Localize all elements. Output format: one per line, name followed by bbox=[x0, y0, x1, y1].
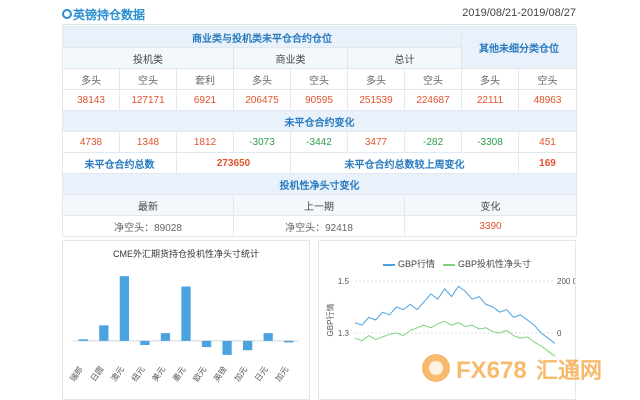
change-cell: -282 bbox=[403, 131, 463, 153]
watermark-logo: FX678 汇通网 bbox=[416, 346, 630, 396]
group-spec: 投机类 bbox=[62, 47, 234, 69]
x-tick-label: 英镑 bbox=[211, 364, 228, 383]
value-cell: 90595 bbox=[290, 89, 348, 111]
page-header: 英镑持仓数据 2019/08/21-2019/08/27 bbox=[0, 0, 640, 28]
oi-total-value: 273650 bbox=[176, 152, 291, 174]
oi-total-label: 未平仓合约总数 bbox=[62, 152, 177, 174]
x-tick-label: 日元 bbox=[253, 365, 270, 383]
change-cell: 3477 bbox=[347, 131, 405, 153]
col-header: 多头 bbox=[347, 68, 405, 90]
y-left-label: GBP行情 bbox=[325, 304, 335, 337]
net-header: 变化 bbox=[403, 194, 578, 216]
change-cell: 451 bbox=[518, 131, 578, 153]
net-header-row: 最新 上一期 变化 bbox=[62, 194, 578, 216]
value-cell: 6921 bbox=[176, 89, 234, 111]
y-left-tick: 1.5 bbox=[338, 277, 350, 286]
change-cell: -3073 bbox=[233, 131, 291, 153]
bar bbox=[160, 333, 171, 341]
oi-week-value: 169 bbox=[518, 152, 578, 174]
header-divider bbox=[62, 24, 576, 25]
col-header: 套利 bbox=[176, 68, 234, 90]
bar-chart-panel: CME外汇期货持仓投机性净头寸统计 瑞郎 日圆 澳元 纽元 美元 墨元 欧元 英镑 加元 日元 加元 bbox=[62, 240, 310, 400]
svg-text:汇通网: 汇通网 bbox=[536, 358, 602, 383]
col-header: 空头 bbox=[119, 68, 177, 90]
y-right-tick: 200 000 bbox=[557, 277, 575, 286]
bar bbox=[140, 340, 150, 346]
value-cell: 48963 bbox=[518, 89, 578, 111]
group-comm: 商业类 bbox=[233, 47, 348, 69]
group-total: 总计 bbox=[346, 47, 463, 69]
change-cell: -3308 bbox=[461, 131, 520, 153]
bar bbox=[201, 340, 212, 348]
net-value: 净空头：92418 bbox=[233, 215, 405, 237]
x-tick-label: 纽元 bbox=[129, 364, 146, 383]
value-cell: 127171 bbox=[119, 89, 177, 111]
change-title: 未平仓合约变化 bbox=[61, 110, 578, 132]
net-value: 3390 bbox=[403, 215, 578, 237]
open-interest-row: 未平仓合约总数 273650 未平仓合约总数较上周变化 169 bbox=[62, 152, 578, 174]
change-cell: -3442 bbox=[290, 131, 348, 153]
bar bbox=[263, 333, 273, 341]
change-cell: 1348 bbox=[119, 131, 177, 153]
circle-icon bbox=[62, 9, 72, 19]
net-value: 净空头：89028 bbox=[62, 215, 234, 237]
net-title: 投机性净头寸变化 bbox=[61, 173, 578, 195]
x-tick-label: 日圆 bbox=[89, 365, 106, 383]
changes-row: 4738 1348 1812 -3073 -3442 3477 -282 -33… bbox=[62, 131, 578, 153]
x-tick-label: 欧元 bbox=[191, 364, 208, 383]
y-left-tick: 1.3 bbox=[338, 329, 350, 338]
col-header: 多头 bbox=[233, 68, 291, 90]
bar bbox=[284, 340, 294, 343]
net-header: 上一期 bbox=[233, 194, 405, 216]
change-cell: 4738 bbox=[62, 131, 120, 153]
bar bbox=[119, 276, 129, 341]
other-title: 其他未细分类仓位 bbox=[461, 26, 578, 69]
value-cell: 22111 bbox=[461, 89, 520, 111]
col-header: 空头 bbox=[518, 68, 578, 90]
series-line-gbp bbox=[354, 285, 556, 344]
value-cell: 251539 bbox=[347, 89, 405, 111]
svg-text:FX678: FX678 bbox=[456, 357, 527, 384]
col-header: 空头 bbox=[403, 68, 463, 90]
y-right-tick: 0 bbox=[557, 329, 562, 338]
x-tick-label: 墨元 bbox=[171, 365, 188, 383]
x-tick-label: 澳元 bbox=[109, 364, 126, 383]
values-row: 38143 127171 6921 206475 90595 251539 22… bbox=[62, 89, 578, 111]
oi-week-label: 未平仓合约总数较上周变化 bbox=[289, 152, 520, 174]
positions-table: 商业类与投机类未平仓合约仓位 其他未细分类仓位 投机类 商业类 总计 多头 空头… bbox=[61, 26, 578, 237]
x-tick-label: 加元 bbox=[232, 364, 249, 383]
net-values-row: 净空头：89028 净空头：92418 3390 bbox=[62, 215, 578, 237]
col-header-row: 多头 空头 套利 多头 空头 多头 空头 多头 空头 bbox=[62, 68, 578, 90]
bar bbox=[99, 325, 109, 341]
x-tick-label: 美元 bbox=[150, 364, 167, 383]
value-cell: 206475 bbox=[233, 89, 291, 111]
x-tick-label: 瑞郎 bbox=[68, 364, 85, 383]
value-cell: 224687 bbox=[403, 89, 463, 111]
change-cell: 1812 bbox=[176, 131, 234, 153]
group-title: 商业类与投机类未平仓合约仓位 bbox=[61, 26, 463, 48]
value-cell: 38143 bbox=[62, 89, 120, 111]
x-tick-label: 加元 bbox=[273, 364, 290, 383]
page-title: 英镑持仓数据 bbox=[73, 8, 146, 22]
bar bbox=[222, 340, 232, 355]
col-header: 空头 bbox=[290, 68, 348, 90]
date-range: 2019/08/21-2019/08/27 bbox=[462, 7, 576, 19]
bar bbox=[243, 340, 253, 351]
bar bbox=[181, 286, 191, 341]
bar bbox=[78, 339, 88, 341]
col-header: 多头 bbox=[461, 68, 520, 90]
net-header: 最新 bbox=[62, 194, 234, 216]
col-header: 多头 bbox=[62, 68, 120, 90]
bar-chart: 瑞郎 日圆 澳元 纽元 美元 墨元 欧元 英镑 加元 日元 加元 bbox=[68, 276, 299, 383]
